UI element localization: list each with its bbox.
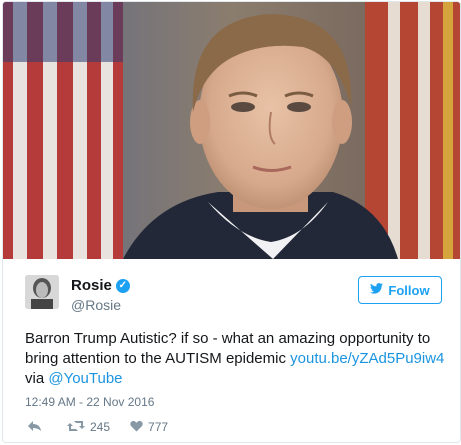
retweet-button[interactable]: 245 [67, 419, 110, 435]
retweet-icon [67, 419, 85, 435]
heart-icon [130, 419, 143, 435]
user-handle[interactable]: @Rosie [71, 297, 121, 313]
avatar-image [25, 275, 59, 309]
user-name-row: Rosie ✓ [71, 277, 130, 294]
reply-icon [27, 419, 42, 435]
follow-button[interactable]: Follow [358, 276, 442, 304]
tweet-text: Barron Trump Autistic? if so - what an a… [25, 329, 445, 389]
tweet-photo[interactable] [3, 2, 460, 259]
verified-badge-icon: ✓ [115, 278, 130, 293]
avatar[interactable] [25, 275, 59, 309]
like-button[interactable]: 777 [130, 419, 168, 435]
twitter-bird-icon [370, 283, 384, 297]
photo-illustration [3, 2, 460, 259]
tweet-actions: 245 777 [27, 419, 188, 435]
follow-button-label: Follow [388, 282, 430, 298]
like-count: 777 [148, 420, 169, 434]
retweet-count: 245 [90, 420, 111, 434]
embedded-tweet-card: Rosie ✓ @Rosie Follow Barron Trump Autis… [2, 1, 461, 443]
tweet-via-label: via [25, 370, 49, 387]
reply-button[interactable] [27, 419, 47, 435]
tweet-timestamp[interactable]: 12:49 AM - 22 Nov 2016 [25, 395, 154, 409]
tweet-link[interactable]: youtu.be/yZAd5Pu9iw4 [290, 350, 444, 367]
tweet-mention[interactable]: @YouTube [48, 370, 122, 387]
user-display-name[interactable]: Rosie [71, 277, 112, 294]
